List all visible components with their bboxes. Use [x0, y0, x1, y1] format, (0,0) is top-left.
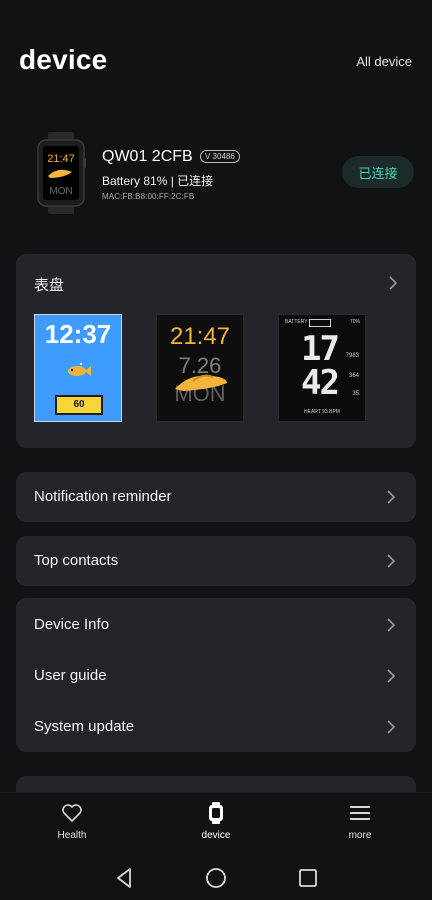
- watchface-3-battery-pct: 70%: [349, 319, 360, 325]
- nav-health-label: Health: [57, 830, 87, 841]
- notification-reminder-label: Notification reminder: [34, 488, 172, 505]
- notification-reminder-row[interactable]: Notification reminder: [16, 472, 416, 522]
- watchface-1-badge: 60: [55, 395, 103, 415]
- menu-icon: [350, 806, 370, 820]
- battery-status: Battery 81% | 已连接: [102, 174, 214, 188]
- header: device All device: [0, 0, 432, 120]
- watch-icon: [209, 802, 223, 824]
- user-guide-row[interactable]: User guide: [16, 651, 416, 701]
- recents-icon[interactable]: [296, 866, 320, 890]
- heart-icon: [62, 804, 82, 822]
- watchface-option-3[interactable]: BATTERY 70% 17 42 7983 364 35 HEART 93 B…: [278, 314, 366, 422]
- watchface-card[interactable]: 表盘 12:37 60 21:47 7.26 MON BATTERY 70% 1…: [16, 254, 416, 448]
- device-name: QW01 2CFB: [102, 148, 193, 165]
- watchface-title: 表盘: [34, 277, 65, 294]
- version-badge: V 30486: [200, 150, 240, 163]
- battery-icon: [309, 319, 331, 327]
- system-update-label: System update: [34, 718, 135, 735]
- watch-image: 21:47 MON: [37, 132, 86, 214]
- watchface-1-time: 12:37: [44, 319, 112, 349]
- nav-health[interactable]: Health: [32, 801, 112, 857]
- device-info-row[interactable]: Device Info: [16, 600, 416, 650]
- chevron-right-icon: [388, 276, 398, 290]
- device-settings-group: Device Info User guide System update: [16, 598, 416, 752]
- all-device-link[interactable]: All device: [356, 54, 412, 69]
- bird-icon: [175, 374, 227, 391]
- watchface-3-side-value: 364: [348, 373, 359, 379]
- watch-preview-day: MON: [49, 186, 72, 197]
- fish-icon: [68, 362, 91, 376]
- watchface-3-side-value: 35: [352, 391, 359, 397]
- chevron-right-icon: [386, 554, 396, 568]
- system-update-row[interactable]: System update: [16, 702, 416, 752]
- bottom-nav: Health device more: [0, 792, 432, 857]
- nav-device[interactable]: device: [176, 801, 256, 857]
- chevron-right-icon: [386, 669, 396, 683]
- mac-address: MAC:FB:B8:00:FF:2C:FB: [102, 192, 195, 201]
- watch-preview-time: 21:47: [47, 153, 75, 165]
- device-info-label: Device Info: [34, 616, 110, 633]
- top-contacts-row[interactable]: Top contacts: [16, 536, 416, 586]
- watchface-3-battery-label: BATTERY: [285, 319, 308, 325]
- user-guide-label: User guide: [34, 667, 107, 684]
- top-contacts-label: Top contacts: [34, 552, 119, 569]
- connected-button[interactable]: 已连接: [342, 156, 414, 188]
- nav-more[interactable]: more: [320, 801, 400, 857]
- nav-device-label: device: [201, 830, 231, 841]
- watchface-3-minute: 42: [301, 363, 340, 403]
- home-icon[interactable]: [204, 866, 228, 890]
- back-icon[interactable]: [112, 866, 136, 890]
- chevron-right-icon: [386, 720, 396, 734]
- chevron-right-icon: [386, 490, 396, 504]
- device-summary[interactable]: 21:47 MON QW01 2CFB V 30486 Battery 81% …: [0, 126, 432, 222]
- watchface-option-1[interactable]: 12:37 60: [34, 314, 122, 422]
- system-nav-bar: [0, 856, 432, 900]
- nav-more-label: more: [348, 830, 372, 841]
- chevron-right-icon: [386, 618, 396, 632]
- watchface-3-side-value: 7983: [345, 353, 359, 359]
- watchface-2-time: 21:47: [169, 323, 231, 350]
- watchface-3-heart-rate: HEART 93 BPM: [304, 409, 340, 415]
- page-title: device: [19, 44, 108, 75]
- watchface-option-2[interactable]: 21:47 7.26 MON: [156, 314, 244, 422]
